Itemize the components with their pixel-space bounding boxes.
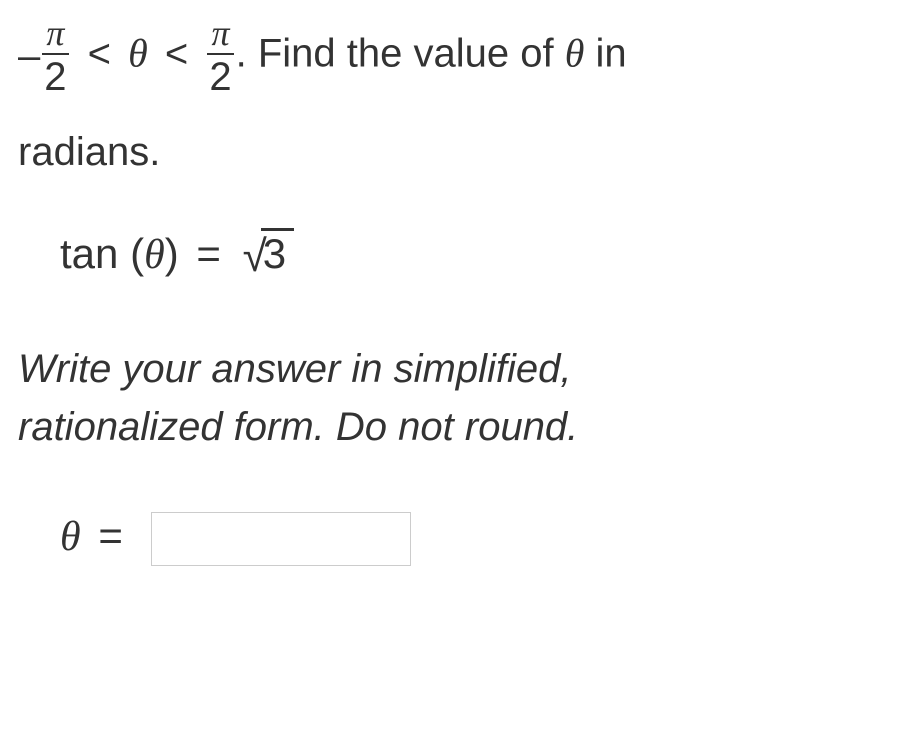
radians-text: radians. (18, 130, 160, 174)
negative-sign: – (18, 26, 40, 86)
fraction-neg-pi-over-2: π 2 (42, 15, 68, 97)
answer-row: θ = (60, 504, 884, 569)
lparen: ( (130, 230, 144, 277)
instruction-line1: Write your answer in simplified, (18, 340, 884, 398)
theta-in-equation: θ (144, 232, 165, 278)
tan-function: tan (60, 230, 118, 277)
equation: tan (θ) = √3 (60, 222, 884, 290)
denominator-2-2: 2 (207, 53, 233, 97)
theta-variable-2: θ (565, 31, 585, 76)
sqrt-content: 3 (261, 228, 294, 277)
rparen: ) (165, 230, 179, 277)
less-than-1: < (88, 32, 111, 76)
answer-input[interactable] (151, 512, 411, 566)
in-text: in (584, 32, 626, 76)
less-than-2: < (165, 32, 188, 76)
problem-statement: – π 2 < θ < π 2 . Find the value of θ in (18, 15, 884, 97)
equals-sign: = (196, 230, 221, 277)
theta-variable: θ (128, 31, 148, 76)
denominator-2: 2 (42, 53, 68, 97)
answer-theta: θ (60, 514, 81, 560)
answer-equals: = (98, 512, 123, 559)
find-text: Find the value of (247, 32, 565, 76)
sqrt-expression: √3 (243, 222, 295, 290)
fraction-pi-over-2: π 2 (207, 15, 233, 97)
problem-statement-line2: radians. (18, 122, 884, 182)
instruction-text: Write your answer in simplified, rationa… (18, 340, 884, 456)
numerator-pi-2: π (207, 15, 233, 53)
numerator-pi: π (42, 15, 68, 53)
period: . (236, 32, 247, 76)
instruction-line2: rationalized form. Do not round. (18, 398, 884, 456)
